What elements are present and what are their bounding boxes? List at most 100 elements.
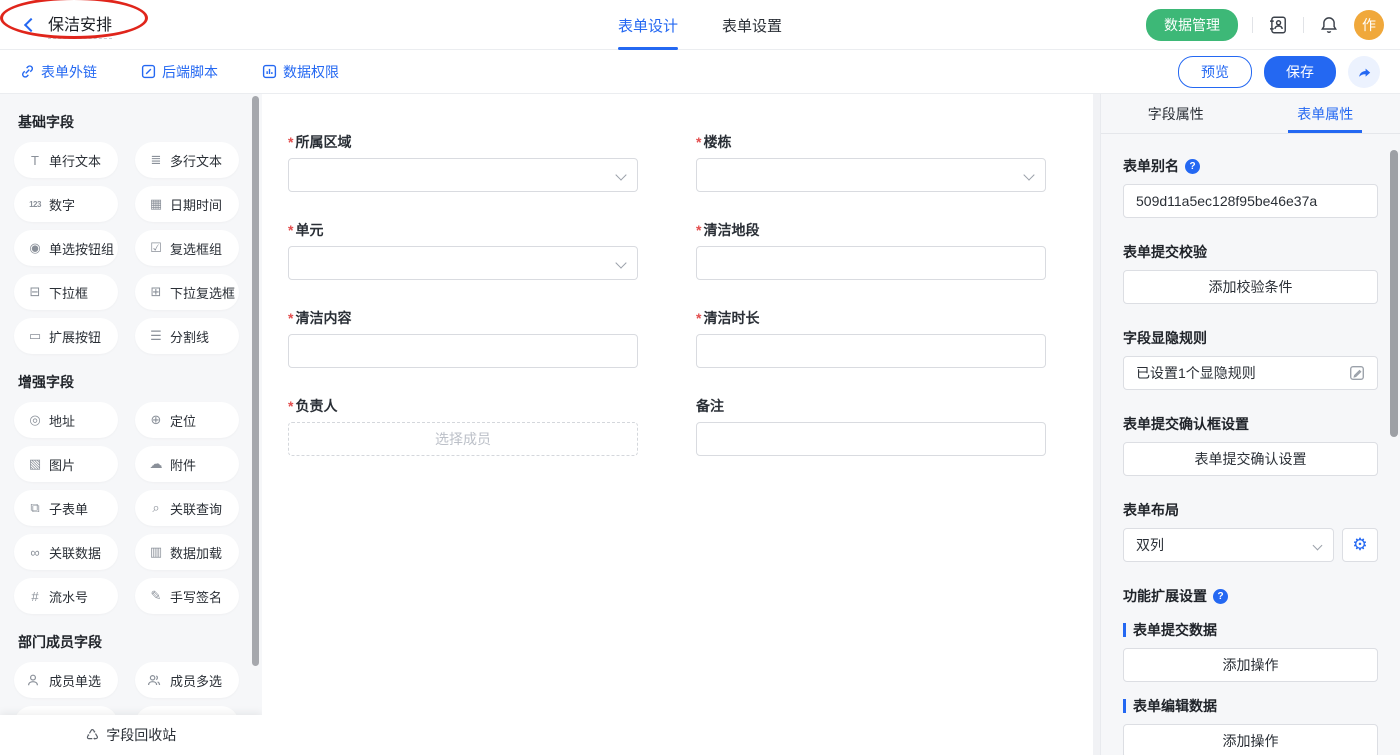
data-permission-button[interactable]: 数据权限	[262, 62, 339, 82]
field-pill-address[interactable]: ◎地址	[14, 402, 118, 438]
field-pill-relation-data[interactable]: ∞ 关联数据	[14, 534, 118, 570]
field-pill-single-line-text[interactable]: T单行文本	[14, 142, 118, 178]
panel-tabs: 字段属性 表单属性	[1101, 94, 1400, 134]
field-pill-multi-line-text[interactable]: ≣多行文本	[135, 142, 239, 178]
canvas-field-unit[interactable]: *单元	[288, 220, 638, 280]
layout-select-value: 双列	[1136, 535, 1164, 555]
share-button[interactable]	[1348, 56, 1380, 88]
field-pill-number[interactable]: 123数字	[14, 186, 118, 222]
field-pill-member-multi[interactable]: 成员多选	[135, 662, 239, 698]
field-pill-dropdown[interactable]: ⊟下拉框	[14, 274, 118, 310]
clean-content-input[interactable]	[288, 334, 638, 368]
edit-data-add-action-button[interactable]: 添加操作	[1123, 724, 1378, 755]
field-pill-signature[interactable]: ✎手写签名	[135, 578, 239, 614]
panel-body: 表单别名 ? 509d11a5ec128f95be46e37a 表单提交校验 添…	[1101, 134, 1400, 755]
tab-form-settings[interactable]: 表单设置	[722, 0, 782, 50]
data-manage-button[interactable]: 数据管理	[1146, 9, 1238, 41]
owner-member-picker[interactable]: 选择成员	[288, 422, 638, 456]
building-select[interactable]	[696, 158, 1046, 192]
backend-script-label: 后端脚本	[162, 62, 218, 82]
edit-icon[interactable]	[1349, 365, 1365, 381]
page-title[interactable]: 保洁安排	[48, 11, 112, 39]
canvas-field-remark[interactable]: 备注	[696, 396, 1046, 456]
canvas-field-clean-content[interactable]: *清洁内容	[288, 308, 638, 368]
field-pill-member-single[interactable]: 成员单选	[14, 662, 118, 698]
field-pill-datetime[interactable]: ▦日期时间	[135, 186, 239, 222]
divider	[1303, 17, 1304, 33]
canvas-field-clean-duration[interactable]: *清洁时长	[696, 308, 1046, 368]
field-pill-subform[interactable]: ⧉子表单	[14, 490, 118, 526]
pill-label: 图片	[49, 455, 75, 474]
field-recycle-bin-button[interactable]: ♺ 字段回收站	[0, 715, 262, 755]
field-label-row: *清洁内容	[288, 308, 638, 328]
field-pill-relation-query[interactable]: ⌕关联查询	[135, 490, 239, 526]
layout-select[interactable]: 双列	[1123, 528, 1334, 562]
edit-data-subheading: 表单编辑数据	[1123, 696, 1378, 716]
field-pill-attachment[interactable]: ☁附件	[135, 446, 239, 482]
field-pill-multi-dropdown[interactable]: ⊞ 下拉复选框	[135, 274, 239, 310]
submit-confirm-button[interactable]: 表单提交确认设置	[1123, 442, 1378, 476]
required-asterisk: *	[288, 222, 293, 238]
pill-label: 多行文本	[170, 151, 222, 170]
chevron-down-icon	[615, 257, 626, 268]
tab-form-properties[interactable]: 表单属性	[1251, 94, 1400, 133]
notification-bell-icon[interactable]	[1318, 14, 1340, 36]
location-pin-icon: ◎	[26, 412, 44, 428]
region-select[interactable]	[288, 158, 638, 192]
user-avatar[interactable]: 作	[1354, 10, 1384, 40]
toolbar-right: 预览 保存	[1178, 56, 1380, 88]
field-pill-divider[interactable]: ☰分割线	[135, 318, 239, 354]
pill-label: 数字	[49, 195, 75, 214]
pill-label: 数据加载	[170, 543, 222, 562]
save-button[interactable]: 保存	[1264, 56, 1336, 88]
pill-label: 成员单选	[49, 671, 101, 690]
panel-scrollbar[interactable]	[1390, 150, 1398, 437]
help-icon[interactable]: ?	[1185, 159, 1200, 174]
form-fields-grid: *所属区域 *楼栋 *单元 *清洁地段 *清洁内容 *清洁时长	[288, 132, 1093, 456]
field-pill-serial-number[interactable]: #流水号	[14, 578, 118, 614]
form-alias-input[interactable]: 509d11a5ec128f95be46e37a	[1123, 184, 1378, 218]
add-validation-button[interactable]: 添加校验条件	[1123, 270, 1378, 304]
canvas-field-owner[interactable]: *负责人 选择成员	[288, 396, 638, 456]
field-pill-checkbox-group[interactable]: ☑复选框组	[135, 230, 239, 266]
field-label: 清洁时长	[703, 310, 759, 326]
address-book-icon[interactable]	[1267, 14, 1289, 36]
clean-duration-input[interactable]	[696, 334, 1046, 368]
field-label-row: *单元	[288, 220, 638, 240]
field-pill-radio-group[interactable]: ◉单选按钮组	[14, 230, 118, 266]
field-pill-data-load[interactable]: ▥数据加载	[135, 534, 239, 570]
field-pill-geolocation[interactable]: ⊕定位	[135, 402, 239, 438]
pill-label: 下拉复选框	[170, 283, 235, 302]
tab-form-design[interactable]: 表单设计	[618, 0, 678, 50]
toolbar: 表单外链 后端脚本 数据权限 预览 保存	[0, 50, 1400, 94]
pill-label: 关联数据	[49, 543, 101, 562]
canvas-field-building[interactable]: *楼栋	[696, 132, 1046, 192]
header-right: 数据管理 作	[1146, 9, 1384, 41]
field-pill-image[interactable]: ▧图片	[14, 446, 118, 482]
canvas-field-region[interactable]: *所属区域	[288, 132, 638, 192]
clean-area-input[interactable]	[696, 246, 1046, 280]
search-relation-icon: ⌕	[147, 500, 165, 516]
form-external-link-button[interactable]: 表单外链	[20, 62, 97, 82]
unit-select[interactable]	[288, 246, 638, 280]
submit-confirm-heading: 表单提交确认框设置	[1123, 414, 1378, 434]
chain-link-icon: ∞	[26, 545, 44, 560]
basic-fields-grid: T单行文本 ≣多行文本 123数字 ▦日期时间 ◉单选按钮组 ☑复选框组 ⊟下拉…	[14, 142, 262, 354]
tab-field-properties[interactable]: 字段属性	[1101, 94, 1251, 133]
backend-script-button[interactable]: 后端脚本	[141, 62, 218, 82]
visibility-rules-box[interactable]: 已设置1个显隐规则	[1123, 356, 1378, 390]
section-title-basic-fields: 基础字段	[18, 112, 262, 132]
back-icon[interactable]	[24, 17, 38, 31]
single-line-text-icon: T	[26, 153, 44, 168]
form-alias-heading: 表单别名 ?	[1123, 156, 1378, 176]
field-pill-extend-button[interactable]: ▭扩展按钮	[14, 318, 118, 354]
canvas-field-clean-area[interactable]: *清洁地段	[696, 220, 1046, 280]
submit-data-add-action-button[interactable]: 添加操作	[1123, 648, 1378, 682]
required-asterisk: *	[696, 134, 701, 150]
remark-input[interactable]	[696, 422, 1046, 456]
multi-dropdown-icon: ⊞	[147, 284, 165, 300]
preview-button[interactable]: 预览	[1178, 56, 1252, 88]
sidebar-scrollbar[interactable]	[252, 96, 259, 666]
help-icon[interactable]: ?	[1213, 589, 1228, 604]
layout-settings-button[interactable]: ⚙	[1342, 528, 1378, 562]
